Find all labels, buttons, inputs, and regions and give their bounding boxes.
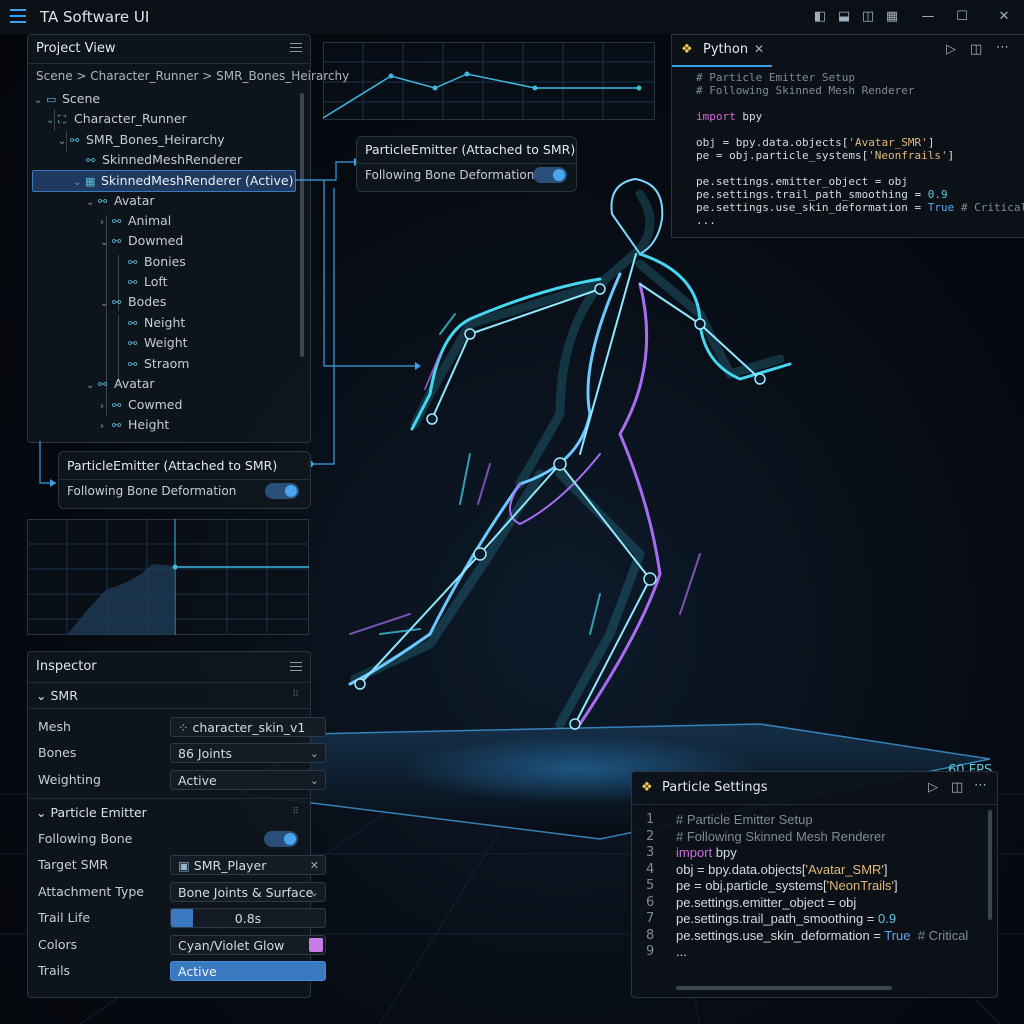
trails-active-button[interactable]: Active bbox=[170, 961, 326, 981]
code-line: pe.settings.use_skin_deformation = True … bbox=[676, 927, 969, 943]
attachment-type-label: Attachment Type bbox=[38, 884, 144, 899]
emitter-card-left: ParticleEmitter (Attached to SMR) Follow… bbox=[58, 451, 311, 509]
code-line: # Following Skinned Mesh Renderer bbox=[676, 828, 886, 844]
chevron-down-icon: ⌄ bbox=[309, 774, 319, 787]
code-line: ... bbox=[696, 214, 716, 227]
inspector-title: Inspector bbox=[36, 659, 97, 674]
code-line: pe.settings.emitter_object = obj bbox=[696, 175, 908, 188]
run-icon[interactable]: ▷ bbox=[946, 42, 956, 57]
code-line: obj = bpy.data.objects['Avatar_SMR'] bbox=[696, 136, 935, 149]
weighting-label: Weighting bbox=[38, 772, 101, 787]
trail-life-label: Trail Life bbox=[38, 910, 91, 925]
inspector-panel: Inspector ⌄ SMR ⠿ Mesh ⁘ character_skin_… bbox=[27, 651, 326, 998]
more-icon[interactable]: ⋯ bbox=[996, 40, 1009, 55]
code-line: pe = obj.particle_systems['NeonTrails'] bbox=[676, 878, 898, 893]
line-number: 2 bbox=[646, 828, 655, 844]
python-icon: ❖ bbox=[641, 780, 653, 795]
emitter-card-toggle-label: Following Bone Deformation bbox=[365, 168, 535, 182]
chevron-down-icon: ⌄ bbox=[36, 805, 47, 820]
code-line: pe.settings.use_skin_deformation = True … bbox=[696, 201, 1024, 214]
python-icon: ❖ bbox=[681, 42, 693, 57]
target-smr-field[interactable]: ▣ SMR_Player ✕ bbox=[170, 855, 326, 875]
emitter-card-toggle-label: Following Bone Deformation bbox=[67, 484, 237, 498]
clear-icon[interactable]: ✕ bbox=[310, 856, 319, 874]
chevron-down-icon: ⌄ bbox=[36, 688, 47, 703]
colors-label: Colors bbox=[38, 937, 78, 952]
drag-grip-icon[interactable]: ⠿ bbox=[292, 807, 300, 817]
trails-label: Trails bbox=[38, 963, 71, 978]
close-tab-icon[interactable]: ✕ bbox=[754, 42, 764, 56]
line-number: 8 bbox=[646, 927, 655, 943]
bones-dropdown[interactable]: 86 Joints ⌄ bbox=[170, 743, 326, 763]
target-smr-label: Target SMR bbox=[38, 857, 109, 872]
trail-life-slider[interactable]: 0.8s bbox=[170, 908, 326, 928]
line-number: 7 bbox=[646, 911, 655, 926]
bone-deformation-toggle[interactable] bbox=[265, 483, 299, 499]
line-number: 6 bbox=[646, 894, 655, 910]
colors-field[interactable]: Cyan/Violet Glow bbox=[170, 935, 326, 955]
drag-grip-icon[interactable]: ⠿ bbox=[292, 690, 300, 700]
code-line: pe.settings.emitter_object = obj bbox=[676, 894, 857, 910]
emitter-card-title: ParticleEmitter (Attached to SMR) bbox=[67, 458, 278, 473]
code-line: # Following Skinned Mesh Renderer bbox=[696, 84, 915, 97]
particle-settings-title: Particle Settings bbox=[662, 780, 768, 795]
code-vscroll[interactable] bbox=[988, 810, 992, 920]
python-code[interactable]: # Particle Emitter Setup # Following Skin… bbox=[696, 71, 1024, 227]
bones-label: Bones bbox=[38, 745, 77, 760]
run-icon[interactable]: ▷ bbox=[928, 780, 938, 795]
object-icon: ▣ bbox=[178, 858, 194, 873]
mesh-label: Mesh bbox=[38, 719, 71, 734]
particle-emitter-section-header[interactable]: ⌄ Particle Emitter bbox=[36, 805, 147, 820]
following-bone-toggle[interactable] bbox=[264, 831, 298, 847]
code-line: pe = obj.particle_systems['Neonfrails'] bbox=[696, 149, 955, 162]
split-view-icon[interactable]: ◫ bbox=[970, 42, 982, 57]
line-number: 1 bbox=[646, 812, 655, 827]
code-line: obj = bpy.data.objects['Avatar_SMR'] bbox=[676, 861, 888, 877]
split-view-icon[interactable]: ◫ bbox=[951, 780, 963, 795]
code-hscroll[interactable] bbox=[676, 986, 892, 990]
chevron-down-icon: ⌄ bbox=[309, 886, 319, 899]
code-line: # Particle Emitter Setup bbox=[696, 71, 855, 84]
emitter-card-title: ParticleEmitter (Attached to SMR) bbox=[365, 142, 576, 157]
particle-settings-panel: ❖ Particle Settings ▷ ◫ ⋯ 123456789 # Pa… bbox=[631, 771, 998, 998]
line-number: 5 bbox=[646, 878, 655, 893]
line-numbers: 123456789 bbox=[646, 812, 654, 961]
smr-section-header[interactable]: ⌄ SMR bbox=[36, 688, 78, 703]
following-bone-label: Following Bone bbox=[38, 831, 133, 846]
tab-python[interactable]: ❖ Python ✕ bbox=[672, 35, 772, 67]
color-swatch[interactable] bbox=[309, 938, 323, 952]
line-number: 4 bbox=[646, 861, 655, 877]
code-line: # Particle Emitter Setup bbox=[676, 812, 813, 827]
particle-code[interactable]: # Particle Emitter Setup # Following Skin… bbox=[676, 812, 968, 961]
code-line: ... bbox=[676, 944, 687, 959]
code-line: import bpy bbox=[696, 110, 763, 123]
mesh-field[interactable]: ⁘ character_skin_v1 bbox=[170, 717, 326, 737]
code-line: pe.settings.trail_path_smoothing = 0.9 bbox=[696, 188, 948, 201]
code-line: pe.settings.trail_path_smoothing = 0.9 bbox=[676, 911, 897, 926]
bone-deformation-toggle[interactable] bbox=[533, 167, 567, 183]
chevron-down-icon: ⌄ bbox=[309, 747, 319, 760]
emitter-card-top: ParticleEmitter (Attached to SMR) Follow… bbox=[356, 136, 577, 192]
python-panel: ❖ Python ✕ ▷ ◫ ⋯ # Particle Emitter Setu… bbox=[671, 34, 1024, 238]
line-number: 9 bbox=[646, 944, 655, 959]
line-number: 3 bbox=[646, 845, 655, 860]
weighting-dropdown[interactable]: Active ⌄ bbox=[170, 770, 326, 790]
code-line: import bpy bbox=[676, 845, 737, 860]
attachment-type-dropdown[interactable]: Bone Joints & Surface ⌄ bbox=[170, 882, 326, 902]
mesh-icon: ⁘ bbox=[178, 720, 193, 735]
panel-menu-icon[interactable] bbox=[290, 662, 302, 674]
more-icon[interactable]: ⋯ bbox=[974, 778, 987, 793]
